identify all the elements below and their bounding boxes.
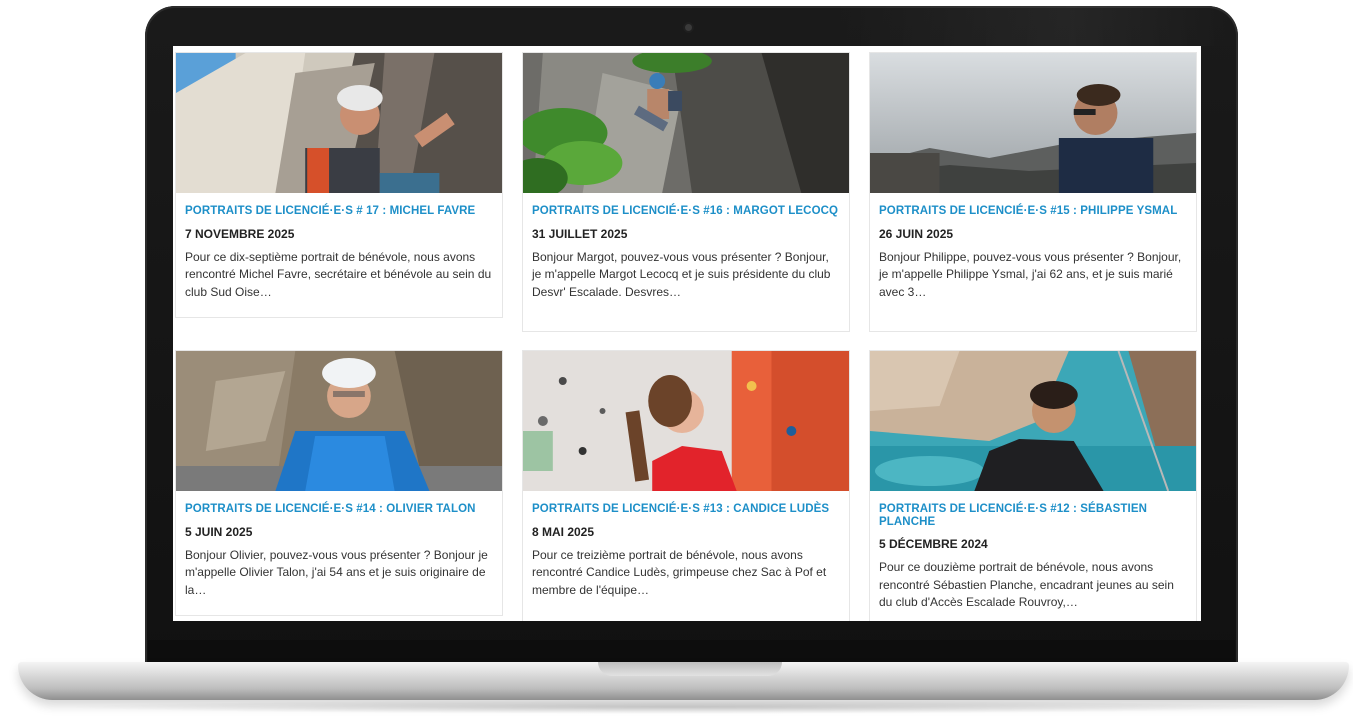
post-title-link[interactable]: PORTRAITS DE LICENCIÉ·E·S #14 : OLIVIER … bbox=[185, 503, 494, 516]
post-thumbnail-portrait-sebastien[interactable] bbox=[870, 351, 1196, 491]
post-title-link[interactable]: PORTRAITS DE LICENCIÉ·E·S #12 : SÉBASTIE… bbox=[879, 503, 1188, 528]
post-thumbnail-portrait-philippe[interactable] bbox=[870, 53, 1196, 193]
post-card[interactable]: PORTRAITS DE LICENCIÉ·E·S #15 : PHILIPPE… bbox=[869, 52, 1197, 332]
post-title-link[interactable]: PORTRAITS DE LICENCIÉ·E·S #15 : PHILIPPE… bbox=[879, 205, 1188, 218]
post-card[interactable]: PORTRAITS DE LICENCIÉ·E·S #16 : MARGOT L… bbox=[522, 52, 850, 332]
post-date: 5 DÉCEMBRE 2024 bbox=[879, 537, 988, 551]
post-excerpt: Bonjour Philippe, pouvez-vous vous prése… bbox=[879, 249, 1182, 299]
laptop-shadow bbox=[60, 700, 1300, 714]
post-excerpt: Pour ce douzième portrait de bénévole, n… bbox=[879, 560, 1174, 609]
laptop-screen: PORTRAITS DE LICENCIÉ·E·S # 17 : MICHEL … bbox=[173, 46, 1201, 621]
post-thumbnail-climber-michel[interactable] bbox=[176, 53, 502, 193]
post-excerpt: Pour ce dix-septième portrait de bénévol… bbox=[185, 249, 492, 299]
webcam-icon bbox=[685, 24, 692, 31]
post-card[interactable]: PORTRAITS DE LICENCIÉ·E·S #14 : OLIVIER … bbox=[175, 350, 503, 616]
post-card[interactable]: PORTRAITS DE LICENCIÉ·E·S #12 : SÉBASTIE… bbox=[869, 350, 1197, 621]
post-title-link[interactable]: PORTRAITS DE LICENCIÉ·E·S #16 : MARGOT L… bbox=[532, 205, 841, 218]
post-date: 5 JUIN 2025 bbox=[185, 524, 253, 539]
post-excerpt: Pour ce treizième portrait de bénévole, … bbox=[532, 547, 827, 597]
post-date: 8 MAI 2025 bbox=[532, 524, 595, 539]
post-date: 31 JUILLET 2025 bbox=[532, 226, 628, 241]
post-excerpt: Bonjour Olivier, pouvez-vous vous présen… bbox=[185, 547, 488, 597]
post-date: 7 NOVEMBRE 2025 bbox=[185, 226, 295, 241]
post-title-link[interactable]: PORTRAITS DE LICENCIÉ·E·S #13 : CANDICE … bbox=[532, 503, 841, 516]
post-date: 26 JUIN 2025 bbox=[879, 226, 954, 241]
post-thumbnail-portrait-olivier[interactable] bbox=[176, 351, 502, 491]
post-card[interactable]: PORTRAITS DE LICENCIÉ·E·S #13 : CANDICE … bbox=[522, 350, 850, 621]
post-excerpt: Bonjour Margot, pouvez-vous vous présent… bbox=[532, 249, 831, 299]
lid-glare bbox=[830, 6, 1235, 46]
post-thumbnail-climber-candice[interactable] bbox=[523, 351, 849, 491]
laptop-base-notch bbox=[598, 662, 782, 676]
post-card[interactable]: PORTRAITS DE LICENCIÉ·E·S # 17 : MICHEL … bbox=[175, 52, 503, 318]
post-thumbnail-climber-margot[interactable] bbox=[523, 53, 849, 193]
post-title-link[interactable]: PORTRAITS DE LICENCIÉ·E·S # 17 : MICHEL … bbox=[185, 205, 494, 218]
